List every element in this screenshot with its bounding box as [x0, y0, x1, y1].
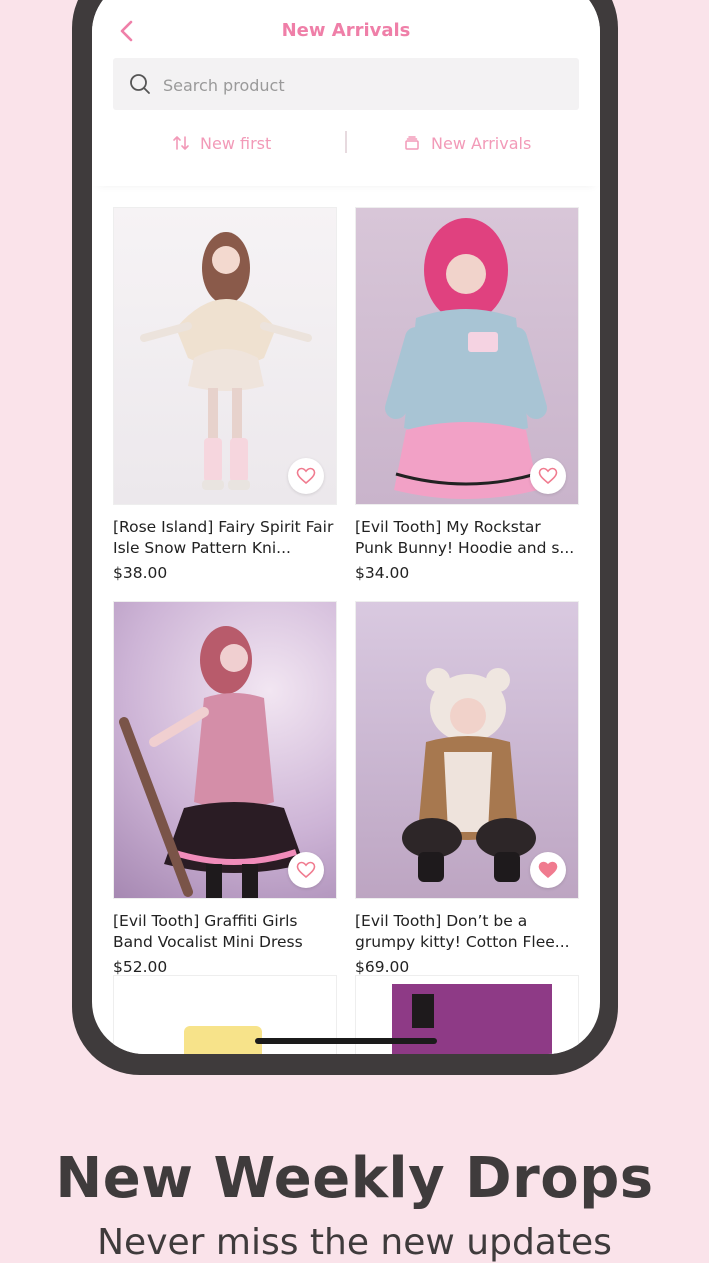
product-card[interactable]: [Evil Tooth] Don’t be a grumpy kitty! Co…: [355, 601, 579, 976]
product-name[interactable]: [Evil Tooth] Graffiti Girls Band Vocalis…: [113, 911, 337, 953]
product-card[interactable]: [Evil Tooth] My Rockstar Punk Bunny! Hoo…: [355, 207, 579, 582]
heart-icon[interactable]: [530, 458, 566, 494]
product-name[interactable]: [Evil Tooth] Don’t be a grumpy kitty! Co…: [355, 911, 579, 953]
category-filter-button[interactable]: New Arrivals: [403, 128, 531, 158]
filter-bar: New first New Arrivals: [92, 128, 600, 158]
product-image[interactable]: [355, 601, 579, 899]
search-input[interactable]: [161, 58, 565, 112]
top-bar: New Arrivals New first New Ar: [92, 0, 600, 186]
heart-icon[interactable]: [530, 852, 566, 888]
sort-arrows-icon: [173, 136, 189, 150]
heart-icon[interactable]: [288, 852, 324, 888]
product-price: $52.00: [113, 958, 168, 976]
product-photo: [184, 1026, 262, 1054]
search-icon: [129, 73, 151, 95]
filter-divider: [345, 131, 347, 153]
app-screen: New Arrivals New first New Ar: [92, 0, 600, 1054]
product-name[interactable]: [Evil Tooth] My Rockstar Punk Bunny! Hoo…: [355, 517, 579, 559]
search-bar[interactable]: [113, 58, 579, 112]
product-price: $34.00: [355, 564, 410, 582]
home-indicator[interactable]: [255, 1038, 437, 1044]
product-image[interactable]: [113, 207, 337, 505]
product-name[interactable]: [Rose Island] Fairy Spirit Fair Isle Sno…: [113, 517, 337, 559]
product-card[interactable]: [Evil Tooth] Graffiti Girls Band Vocalis…: [113, 601, 337, 976]
top-hat-graphic: [412, 994, 434, 1028]
sort-label: New first: [200, 133, 272, 153]
product-card[interactable]: [Rose Island] Fairy Spirit Fair Isle Sno…: [113, 207, 337, 582]
page-title: New Arrivals: [281, 20, 411, 41]
promo-headline: New Weekly Drops: [55, 1146, 654, 1211]
sort-button[interactable]: New first: [172, 128, 271, 158]
product-image[interactable]: [355, 207, 579, 505]
product-price: $38.00: [113, 564, 168, 582]
layers-icon: [405, 136, 419, 150]
product-image[interactable]: [113, 601, 337, 899]
promo-subline: Never miss the new updates: [97, 1222, 612, 1263]
category-filter-label: New Arrivals: [431, 133, 532, 153]
heart-icon[interactable]: [288, 458, 324, 494]
product-price: $69.00: [355, 958, 410, 976]
